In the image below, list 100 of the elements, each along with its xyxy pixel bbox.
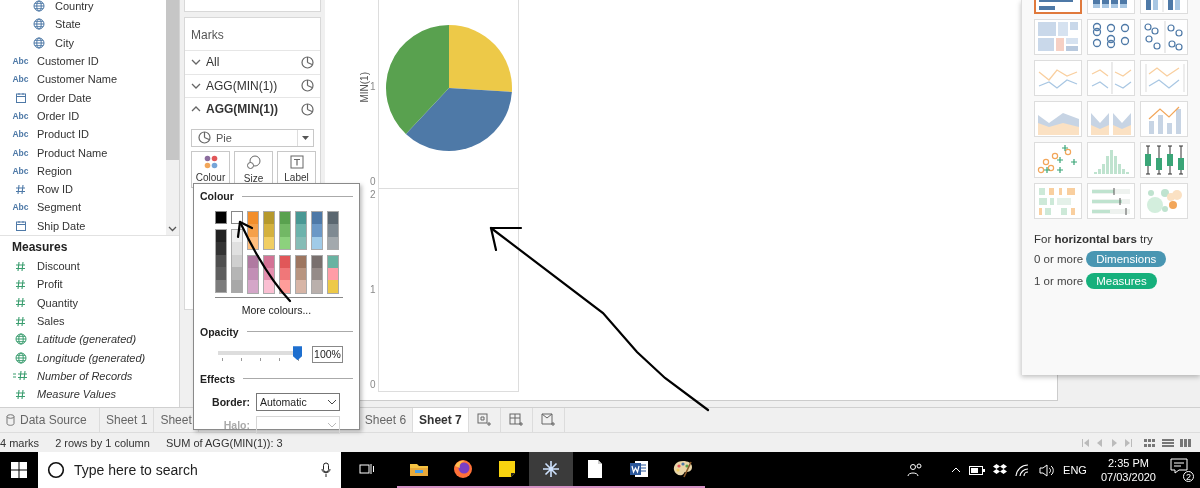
slider-thumb[interactable] bbox=[293, 346, 302, 361]
colour-swatch[interactable] bbox=[296, 280, 306, 293]
colour-swatch[interactable] bbox=[296, 212, 306, 225]
colour-swatch-column[interactable] bbox=[327, 211, 339, 250]
field-name[interactable]: Latitude (generated) bbox=[37, 333, 137, 346]
colour-swatch-column[interactable] bbox=[311, 254, 323, 294]
colour-swatch[interactable] bbox=[248, 268, 258, 281]
search-field[interactable]: Type here to search bbox=[38, 452, 341, 488]
scrollbar-thumb[interactable] bbox=[166, 0, 179, 160]
colour-swatch[interactable] bbox=[264, 224, 274, 237]
colour-swatch-column[interactable] bbox=[247, 254, 259, 294]
field-name[interactable]: Product ID bbox=[37, 128, 89, 141]
colour-swatch[interactable] bbox=[280, 224, 290, 237]
colour-swatch[interactable] bbox=[216, 254, 226, 268]
colour-swatch[interactable] bbox=[328, 280, 338, 293]
colour-swatch[interactable] bbox=[328, 212, 338, 225]
field-name[interactable]: Country bbox=[55, 0, 94, 13]
colour-swatch[interactable] bbox=[312, 236, 322, 249]
colour-swatch[interactable] bbox=[248, 236, 258, 249]
colour-swatch[interactable] bbox=[280, 255, 290, 269]
opacity-field[interactable]: 100% bbox=[312, 345, 343, 363]
sheet-tab[interactable]: Sheet 1 bbox=[100, 408, 155, 432]
colour-swatch[interactable] bbox=[248, 212, 258, 225]
scroll-down-icon[interactable] bbox=[168, 226, 177, 232]
marks-layer-row[interactable]: AGG(MIN(1)) bbox=[185, 97, 320, 121]
field-name[interactable]: Ship Date bbox=[37, 219, 86, 232]
colour-swatch[interactable] bbox=[280, 280, 290, 293]
field-name[interactable]: Sales bbox=[37, 315, 65, 328]
taskbar-app[interactable] bbox=[529, 452, 573, 488]
sheet-tab[interactable]: Data Source bbox=[0, 408, 100, 432]
field-name[interactable]: Number of Records bbox=[37, 369, 133, 382]
colour-swatch[interactable] bbox=[264, 212, 274, 225]
field-name[interactable]: City bbox=[55, 36, 74, 49]
field-name[interactable]: Profit bbox=[37, 278, 63, 291]
colour-swatch[interactable] bbox=[264, 268, 274, 281]
field-name[interactable]: Measure Values bbox=[37, 388, 117, 401]
colour-swatch[interactable] bbox=[280, 236, 290, 249]
field-name[interactable]: Product Name bbox=[37, 146, 108, 159]
colour-swatch[interactable] bbox=[248, 280, 258, 293]
colour-swatch[interactable] bbox=[264, 255, 274, 269]
more-colours-link[interactable]: More colours... bbox=[200, 303, 353, 316]
field-name[interactable]: Row ID bbox=[37, 183, 74, 196]
field-name[interactable]: Segment bbox=[37, 201, 82, 214]
colour-swatch[interactable] bbox=[328, 224, 338, 237]
colour-swatch[interactable] bbox=[296, 236, 306, 249]
colour-swatch[interactable] bbox=[280, 212, 290, 225]
colour-swatch-column[interactable] bbox=[279, 211, 291, 250]
colour-swatch[interactable] bbox=[216, 267, 226, 280]
colour-swatch[interactable] bbox=[312, 224, 322, 237]
colour-swatch[interactable] bbox=[216, 279, 226, 292]
colour-swatch-column[interactable] bbox=[311, 211, 323, 250]
colour-swatch-column[interactable] bbox=[295, 211, 307, 250]
colour-swatch[interactable] bbox=[312, 280, 322, 293]
colour-swatch-column[interactable] bbox=[295, 254, 307, 294]
colour-swatch[interactable] bbox=[215, 211, 227, 224]
colour-swatch[interactable] bbox=[296, 255, 306, 269]
notification-button[interactable]: 2 bbox=[1170, 458, 1194, 482]
field-name[interactable]: Quantity bbox=[37, 296, 78, 309]
field-name[interactable]: Order ID bbox=[37, 109, 80, 122]
colour-swatch[interactable] bbox=[231, 211, 243, 224]
colour-swatch[interactable] bbox=[232, 242, 242, 255]
mark-type-dropdown[interactable]: Pie bbox=[191, 128, 314, 147]
colour-swatch[interactable] bbox=[216, 230, 226, 243]
colour-swatch[interactable] bbox=[312, 268, 322, 281]
colour-swatch[interactable] bbox=[312, 255, 322, 269]
colour-swatch-column[interactable] bbox=[279, 254, 291, 294]
colour-swatch-column[interactable] bbox=[215, 229, 227, 293]
sheet-tab[interactable]: Sheet 7 bbox=[413, 408, 469, 432]
colour-swatch-column[interactable] bbox=[247, 211, 259, 250]
colour-swatch-column[interactable] bbox=[231, 229, 243, 293]
field-name[interactable]: State bbox=[55, 18, 81, 31]
colour-swatch[interactable] bbox=[280, 268, 290, 281]
field-name[interactable]: Region bbox=[37, 164, 72, 177]
colour-swatch[interactable] bbox=[296, 224, 306, 237]
colour-swatch[interactable] bbox=[232, 254, 242, 268]
colour-swatch-column[interactable] bbox=[263, 211, 275, 250]
colour-swatch[interactable] bbox=[248, 224, 258, 237]
marks-layer-row[interactable]: AGG(MIN(1)) bbox=[185, 73, 320, 97]
colour-swatch[interactable] bbox=[328, 255, 338, 269]
colour-swatch[interactable] bbox=[264, 236, 274, 249]
colour-swatch-column[interactable] bbox=[327, 254, 339, 294]
colour-swatch[interactable] bbox=[232, 279, 242, 292]
field-name[interactable]: Discount bbox=[37, 260, 80, 273]
field-name[interactable]: Longitude (generated) bbox=[37, 351, 146, 364]
colour-swatch[interactable] bbox=[328, 268, 338, 281]
field-name[interactable]: Customer Name bbox=[37, 73, 118, 86]
border-dropdown[interactable]: Automatic bbox=[256, 392, 340, 411]
colour-swatch[interactable] bbox=[232, 230, 242, 243]
field-name[interactable]: Customer ID bbox=[37, 55, 99, 68]
colour-swatch[interactable] bbox=[216, 242, 226, 255]
clock[interactable]: 2:35 PM 07/03/2020 bbox=[1094, 456, 1162, 484]
colour-swatch[interactable] bbox=[328, 236, 338, 249]
marks-layer-row[interactable]: All bbox=[185, 50, 320, 74]
colour-swatch[interactable] bbox=[296, 268, 306, 281]
colour-swatch-column[interactable] bbox=[263, 254, 275, 294]
colour-swatch[interactable] bbox=[248, 255, 258, 269]
colour-swatch[interactable] bbox=[312, 212, 322, 225]
colour-swatch[interactable] bbox=[264, 280, 274, 293]
field-name[interactable]: Order Date bbox=[37, 91, 92, 104]
colour-swatch[interactable] bbox=[232, 267, 242, 280]
